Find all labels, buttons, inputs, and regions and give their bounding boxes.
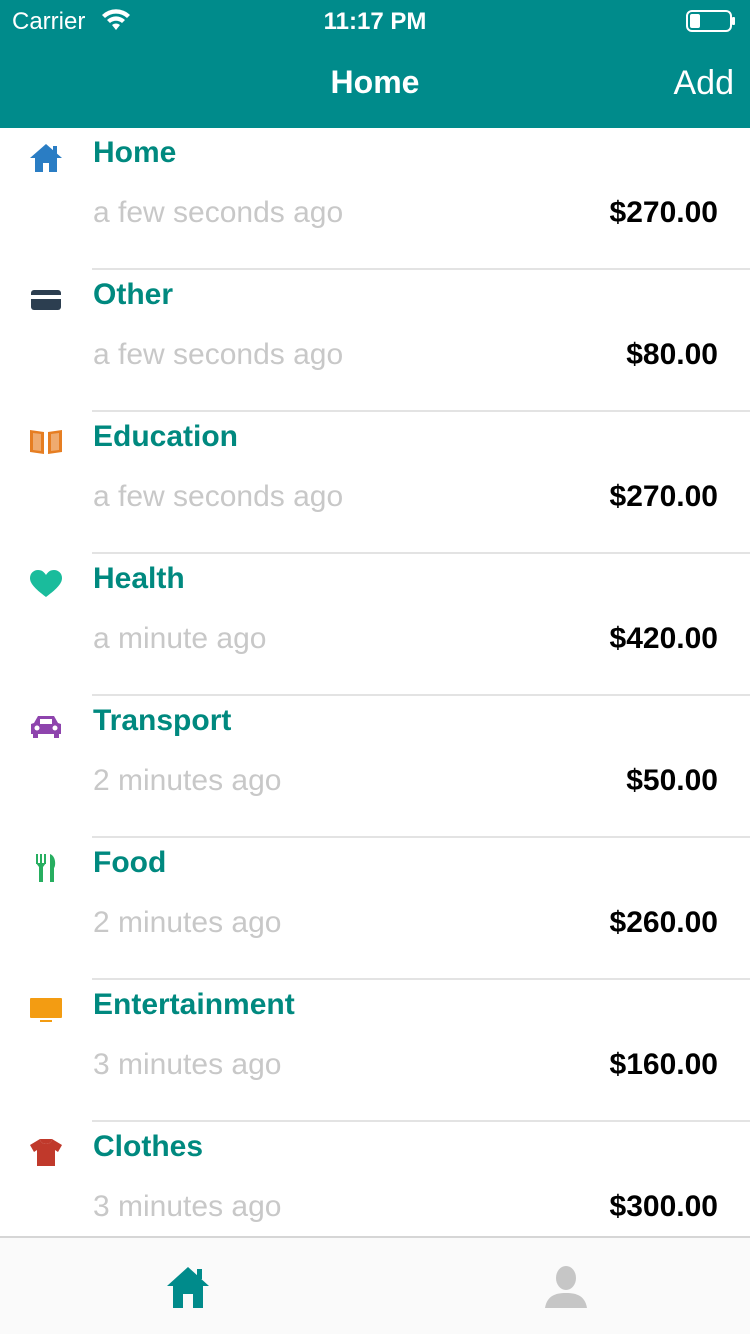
status-time: 11:17 PM — [323, 8, 427, 35]
expense-category: Health — [93, 562, 185, 595]
expense-category: Transport — [93, 704, 232, 737]
expense-row[interactable]: Transport 2 minutes ago $50.00 — [0, 696, 750, 838]
expense-timestamp: 3 minutes ago — [93, 1048, 282, 1081]
expense-row[interactable]: Clothes 3 minutes ago $300.00 — [0, 1122, 750, 1236]
expense-row[interactable]: Other a few seconds ago $80.00 — [0, 270, 750, 412]
expense-timestamp: a few seconds ago — [93, 196, 344, 229]
expense-timestamp: a few seconds ago — [93, 480, 344, 513]
profile-tab-icon — [545, 1266, 587, 1308]
expense-category: Food — [93, 846, 167, 879]
expense-list[interactable]: Home a few seconds ago $270.00 Other a f… — [0, 128, 750, 1236]
expense-amount: $160.00 — [609, 1048, 718, 1081]
navigation-bar: Home Add — [0, 40, 750, 128]
cutlery-icon — [28, 852, 64, 884]
expense-category: Education — [93, 420, 239, 453]
expense-timestamp: a few seconds ago — [93, 338, 344, 371]
status-bar: Carrier 11:17 PM — [0, 0, 750, 40]
expense-category: Clothes — [93, 1130, 204, 1163]
expense-amount: $270.00 — [609, 196, 718, 229]
expense-category: Other — [93, 278, 174, 311]
add-button[interactable]: Add — [674, 64, 735, 103]
expense-row[interactable]: Education a few seconds ago $270.00 — [0, 412, 750, 554]
expense-amount: $80.00 — [626, 338, 718, 371]
expense-row[interactable]: Food 2 minutes ago $260.00 — [0, 838, 750, 980]
expense-timestamp: a minute ago — [93, 622, 267, 655]
expense-category: Home — [93, 136, 177, 169]
expense-timestamp: 2 minutes ago — [93, 906, 282, 939]
tshirt-icon — [28, 1136, 64, 1168]
expense-amount: $300.00 — [609, 1190, 718, 1223]
car-icon — [28, 710, 64, 742]
page-title: Home — [330, 64, 420, 100]
expense-amount: $270.00 — [609, 480, 718, 513]
home-tab-icon — [167, 1267, 209, 1308]
app-screen: Carrier 11:17 PM Home Add Home a few sec… — [0, 0, 750, 1334]
top-bar: Carrier 11:17 PM Home Add — [0, 0, 750, 128]
heart-icon — [28, 568, 64, 600]
expense-amount: $260.00 — [609, 906, 718, 939]
tab-bar — [0, 1236, 750, 1334]
expense-timestamp: 3 minutes ago — [93, 1190, 282, 1223]
expense-category: Entertainment — [93, 988, 295, 1021]
tv-icon — [28, 994, 64, 1026]
book-icon — [28, 426, 64, 458]
credit-card-icon — [28, 284, 64, 316]
expense-row[interactable]: Entertainment 3 minutes ago $160.00 — [0, 980, 750, 1122]
battery-icon — [686, 10, 736, 32]
expense-row[interactable]: Health a minute ago $420.00 — [0, 554, 750, 696]
expense-amount: $50.00 — [626, 764, 718, 797]
expense-row[interactable]: Home a few seconds ago $270.00 — [0, 128, 750, 270]
tab-home[interactable] — [0, 1238, 375, 1334]
expense-timestamp: 2 minutes ago — [93, 764, 282, 797]
tab-profile[interactable] — [375, 1238, 750, 1334]
home-icon — [28, 142, 64, 174]
expense-amount: $420.00 — [609, 622, 718, 655]
